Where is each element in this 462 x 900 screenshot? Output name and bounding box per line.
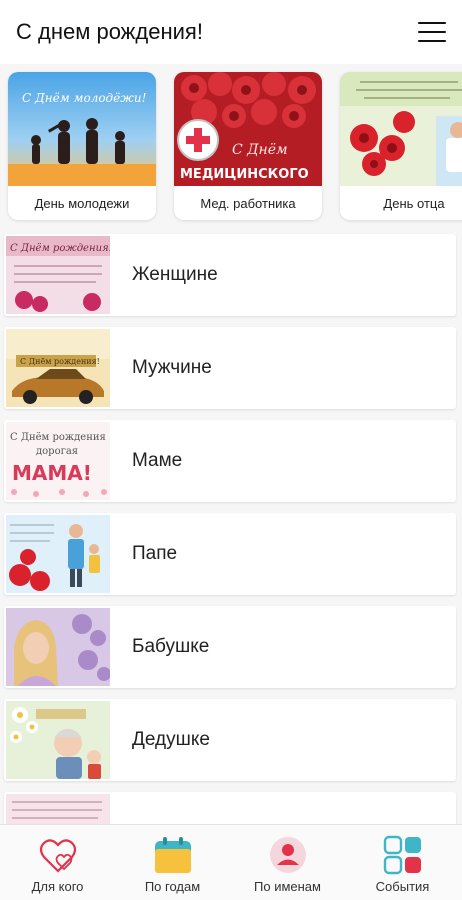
mom-thumb-text-1: С Днём рождения (10, 432, 106, 443)
nav-by-names[interactable]: По именам (230, 825, 345, 900)
nav-label: События (375, 879, 430, 894)
list-item-label: Мужчине (132, 357, 212, 378)
hamburger-menu-icon[interactable] (418, 22, 446, 42)
nav-label: По годам (144, 879, 201, 894)
event-card-label: День молодежи (34, 195, 130, 211)
list-item-partial[interactable] (4, 792, 456, 824)
man-thumb-text: С Днём рождения! (20, 357, 100, 366)
list-item-grandma[interactable]: Бабушке (4, 606, 456, 688)
list-item-label: Маме (132, 450, 183, 471)
list-item-label: Папе (132, 543, 178, 564)
dad-thumbnail (6, 515, 110, 593)
app-header: С днем рождения! (0, 0, 462, 64)
page-title: С днем рождения! (16, 19, 203, 44)
hearts-icon (38, 835, 78, 875)
list-item-mom[interactable]: С Днём рождения дорогая МАМА! Маме (4, 420, 456, 502)
calendar-icon (153, 835, 193, 875)
youth-day-image-text: С Днём молодёжи! (22, 91, 147, 105)
list-item-label: Дедушке (132, 729, 210, 750)
medical-image-text-1: С Днём (232, 142, 288, 158)
grid-icon (383, 835, 423, 875)
list-item-label: Женщине (132, 264, 218, 285)
medical-day-image: С Днём МЕДИЦИНСКОГО (174, 72, 322, 186)
event-card-medical-worker[interactable]: С Днём МЕДИЦИНСКОГО Мед. работника (174, 72, 322, 220)
woman-thumb-text: С Днём рождения! (10, 243, 110, 254)
bottom-navigation: Для кого По годам По именам События (0, 824, 462, 900)
list-item-grandpa[interactable]: Дедушке (4, 699, 456, 781)
app-screen: С днем рождения! С Днём молодёжи! День м… (0, 0, 462, 900)
events-carousel[interactable]: С Днём молодёжи! День молодежи С Днём МЕ… (0, 64, 462, 232)
event-card-youth-day[interactable]: С Днём молодёжи! День молодежи (8, 72, 156, 220)
man-thumbnail: С Днём рождения! (6, 329, 110, 407)
list-item-dad[interactable]: Папе (4, 513, 456, 595)
grandma-thumbnail (6, 608, 110, 686)
nav-for-whom[interactable]: Для кого (0, 825, 115, 900)
event-card-fathers-day[interactable]: День отца (340, 72, 462, 220)
nav-label: Для кого (31, 879, 84, 894)
list-item-label: Бабушке (132, 636, 210, 657)
mom-thumb-text-3: МАМА! (12, 461, 92, 485)
nav-label: По именам (254, 879, 321, 894)
event-card-label: День отца (383, 195, 445, 211)
medical-image-text-2: МЕДИЦИНСКОГО (180, 167, 309, 182)
mom-thumbnail: С Днём рождения дорогая МАМА! (6, 422, 110, 500)
person-icon (268, 835, 308, 875)
list-item-man[interactable]: С Днём рождения! Мужчине (4, 327, 456, 409)
list-item-woman[interactable]: С Днём рождения! Женщине (4, 234, 456, 316)
fathers-day-image (340, 72, 462, 186)
woman-thumbnail: С Днём рождения! (6, 236, 110, 314)
nav-events[interactable]: События (345, 825, 460, 900)
nav-by-years[interactable]: По годам (115, 825, 230, 900)
grandpa-thumbnail (6, 701, 110, 779)
partial-thumbnail (6, 794, 110, 824)
event-card-label: Мед. работника (200, 195, 296, 211)
mom-thumb-text-2: дорогая (36, 446, 78, 457)
youth-day-image: С Днём молодёжи! (8, 72, 156, 186)
category-list[interactable]: С Днём рождения! Женщине С Днём рождения… (0, 232, 462, 824)
